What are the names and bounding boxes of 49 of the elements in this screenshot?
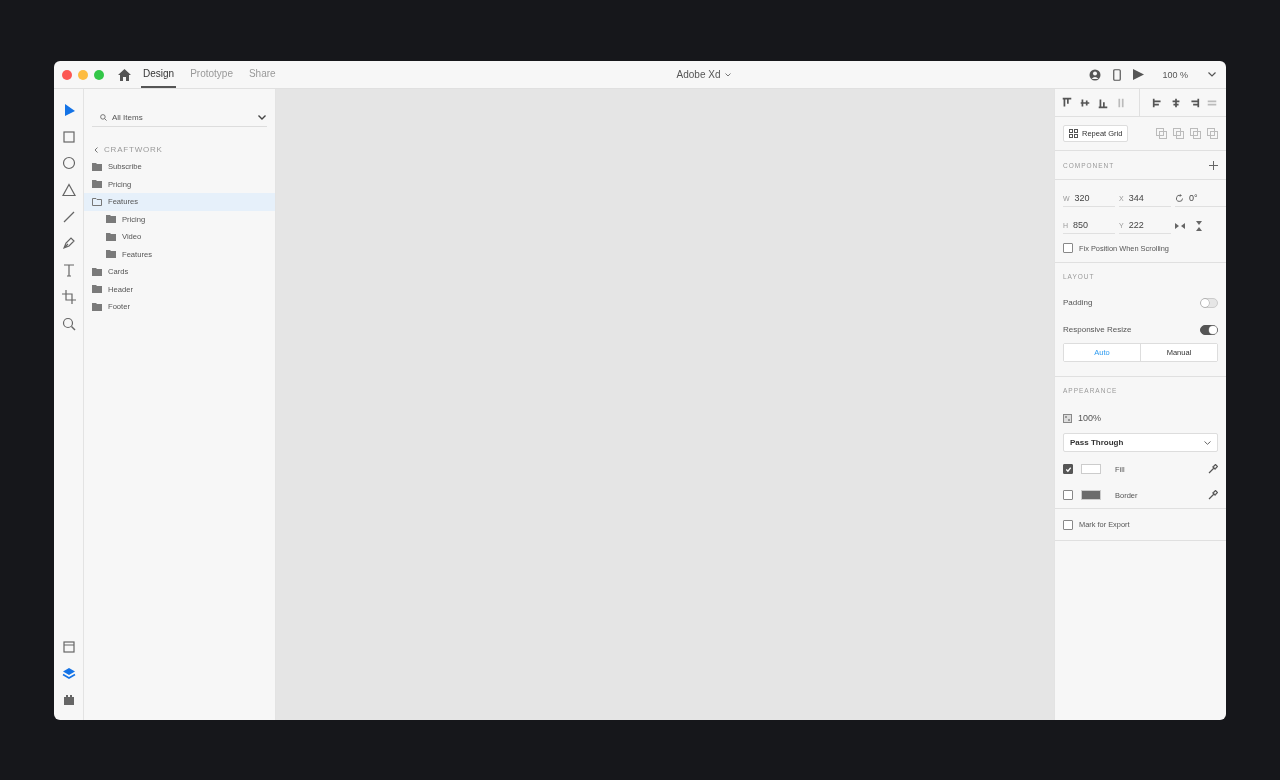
color-swatch[interactable]: [1081, 490, 1101, 500]
crop-icon[interactable]: [60, 288, 77, 305]
play-icon[interactable]: [1133, 69, 1145, 80]
checkbox[interactable]: [1063, 243, 1073, 253]
search-icon[interactable]: [60, 315, 77, 332]
triangle-icon[interactable]: [60, 182, 77, 199]
dimension-field[interactable]: 0°: [1175, 190, 1226, 207]
user-icon[interactable]: [1089, 68, 1102, 81]
toggle-label: Responsive Resize: [1063, 325, 1132, 334]
flip-vertical-icon[interactable]: [1195, 220, 1203, 231]
document-title: Adobe Xd: [676, 69, 721, 80]
color-swatch[interactable]: [1081, 464, 1101, 474]
grid-icon: [1069, 129, 1078, 138]
chevron-down-icon[interactable]: [724, 72, 731, 77]
chevron-down-icon[interactable]: [1208, 72, 1216, 77]
search-icon: [100, 113, 107, 121]
flip-horizontal-icon[interactable]: [1175, 221, 1185, 230]
pen-icon[interactable]: [60, 235, 77, 252]
rectangle-icon[interactable]: [60, 128, 77, 145]
chevron-down-icon: [258, 114, 266, 120]
rotate-icon: [1175, 193, 1184, 203]
folder-outline-icon: [92, 197, 102, 206]
chevron-down-icon: [1204, 440, 1211, 445]
opacity-icon: [1063, 413, 1072, 423]
eyedropper-icon[interactable]: [1208, 464, 1218, 474]
align-icon[interactable]: [1170, 96, 1182, 109]
blend-mode-dropdown[interactable]: Pass Through: [1063, 433, 1218, 452]
breadcrumb: CRAFTWORK: [104, 145, 163, 154]
toggle-switch[interactable]: [1200, 324, 1218, 335]
phone-icon[interactable]: [1113, 68, 1122, 81]
align-icon[interactable]: [1188, 96, 1200, 109]
checkbox[interactable]: [1063, 490, 1073, 500]
zoom-level[interactable]: 100 %: [1162, 69, 1188, 80]
opacity-field[interactable]: 100%: [1078, 413, 1102, 423]
plus-icon[interactable]: [1209, 160, 1218, 170]
align-icon[interactable]: [1061, 96, 1073, 109]
filter-dropdown[interactable]: All Items: [92, 108, 267, 127]
home-icon[interactable]: [118, 68, 131, 81]
panel-icon[interactable]: [60, 638, 77, 655]
mode-tab[interactable]: Design: [141, 61, 177, 88]
circle-icon[interactable]: [60, 155, 77, 172]
close-button[interactable]: [62, 69, 72, 80]
back-icon[interactable]: [94, 146, 98, 153]
toggle-label: Padding: [1063, 298, 1093, 307]
layers-icon[interactable]: [60, 665, 77, 682]
align-icon[interactable]: [1152, 96, 1164, 109]
checkbox[interactable]: [1063, 464, 1073, 474]
eyedropper-icon[interactable]: [1208, 490, 1218, 500]
checkbox[interactable]: [1063, 519, 1073, 530]
